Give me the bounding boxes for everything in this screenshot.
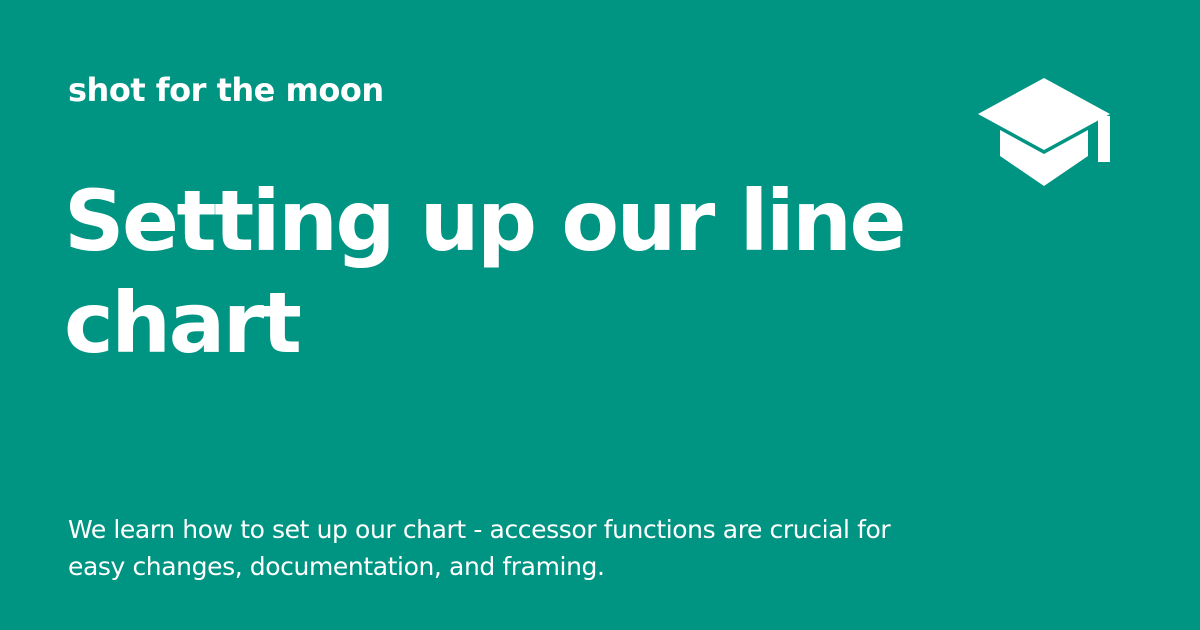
site-name: shot for the moon [68,71,384,109]
social-preview-card: shot for the moon Setting up our line ch… [0,0,1200,630]
page-description: We learn how to set up our chart - acces… [68,515,891,581]
graduation-cap-icon [978,78,1110,186]
page-title: Setting up our line chart [64,172,906,372]
